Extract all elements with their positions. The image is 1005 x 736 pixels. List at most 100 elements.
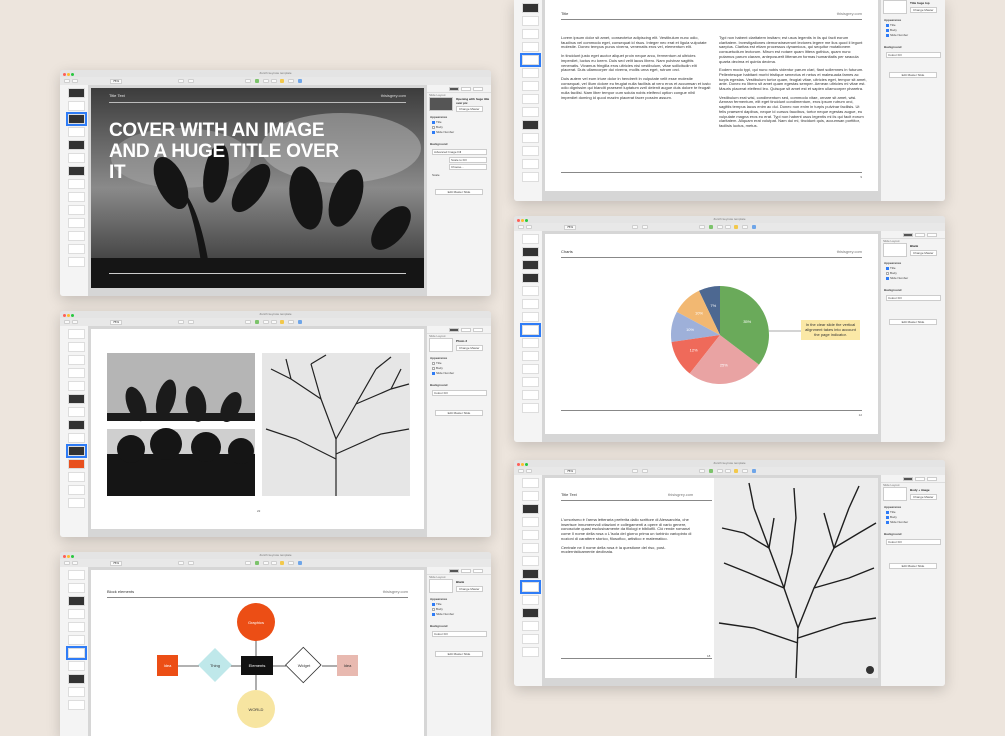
fill-select[interactable]: Colour Fill bbox=[886, 295, 941, 301]
table-button[interactable] bbox=[245, 561, 251, 565]
slide-chart[interactable]: Charts thisisgrey.com 35% 25% 12% 10% 10% 7% … bbox=[545, 234, 878, 434]
zoom-button[interactable] bbox=[71, 555, 74, 558]
format-tab[interactable] bbox=[449, 87, 459, 91]
zoom-button[interactable] bbox=[525, 463, 528, 466]
chart-button[interactable] bbox=[709, 225, 713, 229]
view-button[interactable] bbox=[518, 469, 524, 473]
body-checkbox[interactable]: Body bbox=[886, 271, 897, 275]
change-master-button[interactable]: Change Master bbox=[456, 345, 483, 351]
slide-thumbnail[interactable] bbox=[522, 647, 539, 657]
play-button[interactable] bbox=[178, 561, 184, 565]
media-button[interactable] bbox=[280, 561, 284, 565]
slide-number-checkbox[interactable]: Slide Number bbox=[886, 33, 908, 37]
zoom-menu[interactable]: 75% bbox=[110, 320, 123, 325]
shape-button[interactable] bbox=[271, 320, 277, 324]
slide-thumbnail[interactable] bbox=[68, 596, 85, 606]
slide-thumbnail[interactable] bbox=[522, 159, 539, 169]
title-checkbox[interactable]: Title bbox=[886, 510, 896, 514]
format-tab[interactable] bbox=[903, 477, 913, 481]
chart-button[interactable] bbox=[255, 561, 259, 565]
slide-thumbnail[interactable] bbox=[68, 700, 85, 710]
shape-button[interactable] bbox=[271, 79, 277, 83]
slide-thumbnail[interactable] bbox=[68, 570, 85, 580]
close-button[interactable] bbox=[517, 219, 520, 222]
slide-canvas[interactable]: 22 bbox=[88, 326, 427, 537]
edit-master-button[interactable]: Edit Master Slide bbox=[889, 319, 937, 325]
shape-button[interactable] bbox=[271, 561, 277, 565]
slide-thumbnail[interactable] bbox=[68, 609, 85, 619]
slide-navigator[interactable] bbox=[514, 475, 543, 686]
rehearse-button[interactable] bbox=[188, 561, 194, 565]
slide-thumbnail[interactable] bbox=[522, 634, 539, 644]
document-tab[interactable] bbox=[473, 328, 483, 332]
title-checkbox[interactable]: Title bbox=[432, 602, 442, 606]
slide-thumbnail[interactable] bbox=[522, 364, 539, 374]
slide-canvas[interactable]: Title Text thisisgrey.com COVER WITH AN … bbox=[88, 85, 427, 296]
chart-button[interactable] bbox=[709, 469, 713, 473]
slide-thumbnail[interactable] bbox=[522, 478, 539, 488]
table-button[interactable] bbox=[245, 79, 251, 83]
slide-thumbnail[interactable] bbox=[68, 498, 85, 508]
text-button[interactable] bbox=[263, 561, 269, 565]
slide-body-image[interactable]: Title Text thisisgrey.com L'umorismo è l… bbox=[545, 478, 878, 678]
document-tab[interactable] bbox=[473, 87, 483, 91]
slide-thumbnail[interactable] bbox=[68, 368, 85, 378]
close-button[interactable] bbox=[63, 555, 66, 558]
table-button[interactable] bbox=[699, 469, 705, 473]
close-button[interactable] bbox=[63, 73, 66, 76]
rehearse-button[interactable] bbox=[188, 79, 194, 83]
slide-thumbnail[interactable] bbox=[68, 355, 85, 365]
slide-thumbnail[interactable] bbox=[68, 485, 85, 495]
slide-thumbnail[interactable] bbox=[68, 153, 85, 163]
edit-master-button[interactable]: Edit Master Slide bbox=[435, 189, 483, 195]
fill-select[interactable]: Advanced Image Fill bbox=[432, 149, 487, 155]
slide-thumbnail[interactable] bbox=[522, 286, 539, 296]
document-tab[interactable] bbox=[927, 233, 937, 237]
body-checkbox[interactable]: Body bbox=[432, 366, 443, 370]
chart-button[interactable] bbox=[255, 79, 259, 83]
slide-number-checkbox[interactable]: Slide Number bbox=[886, 520, 908, 524]
slide-thumbnail[interactable] bbox=[522, 81, 539, 91]
slide-thumbnail[interactable] bbox=[68, 179, 85, 189]
minimize-button[interactable] bbox=[67, 555, 70, 558]
slide-thumbnail[interactable] bbox=[68, 459, 85, 469]
slide-thumbnail[interactable] bbox=[522, 543, 539, 553]
slide-thumbnail[interactable] bbox=[68, 622, 85, 632]
change-master-button[interactable]: Change Master bbox=[910, 250, 937, 256]
slide-thumbnail[interactable] bbox=[522, 312, 539, 322]
slide-thumbnail[interactable] bbox=[522, 172, 539, 182]
slide-thumbnail-selected[interactable] bbox=[520, 323, 541, 337]
slide-thumbnail-selected[interactable] bbox=[66, 646, 87, 660]
slide-thumbnail[interactable] bbox=[68, 257, 85, 267]
text-button[interactable] bbox=[717, 225, 723, 229]
add-slide-button[interactable] bbox=[72, 561, 78, 565]
text-button[interactable] bbox=[263, 320, 269, 324]
slide-thumbnail[interactable] bbox=[522, 42, 539, 52]
media-button[interactable] bbox=[734, 469, 738, 473]
play-button[interactable] bbox=[178, 79, 184, 83]
slide-thumbnail[interactable] bbox=[68, 342, 85, 352]
slide-thumbnail[interactable] bbox=[522, 94, 539, 104]
choose-button[interactable]: Choose... bbox=[449, 164, 487, 170]
slide-thumbnail[interactable] bbox=[522, 299, 539, 309]
slide-thumbnail[interactable] bbox=[522, 504, 539, 514]
view-button[interactable] bbox=[64, 79, 70, 83]
slide-thumbnail[interactable] bbox=[522, 556, 539, 566]
slide-number-checkbox[interactable]: Slide Number bbox=[432, 612, 454, 616]
zoom-button[interactable] bbox=[525, 219, 528, 222]
slide-thumbnail[interactable] bbox=[68, 381, 85, 391]
slide-thumbnail[interactable] bbox=[522, 29, 539, 39]
slide-thumbnail[interactable] bbox=[68, 101, 85, 111]
slide-thumbnail[interactable] bbox=[522, 120, 539, 130]
share-button[interactable] bbox=[298, 320, 302, 324]
body-checkbox[interactable]: Body bbox=[432, 607, 443, 611]
minimize-button[interactable] bbox=[67, 314, 70, 317]
slide-thumbnail[interactable] bbox=[522, 107, 539, 117]
slide-thumbnail[interactable] bbox=[522, 491, 539, 501]
chart-button[interactable] bbox=[255, 320, 259, 324]
media-button[interactable] bbox=[734, 225, 738, 229]
slide-thumbnail[interactable] bbox=[522, 377, 539, 387]
document-tab[interactable] bbox=[927, 477, 937, 481]
slide-thumbnail[interactable] bbox=[68, 687, 85, 697]
slide-canvas[interactable]: Charts thisisgrey.com 35% 25% 12% 10% 10% 7% … bbox=[542, 231, 881, 442]
